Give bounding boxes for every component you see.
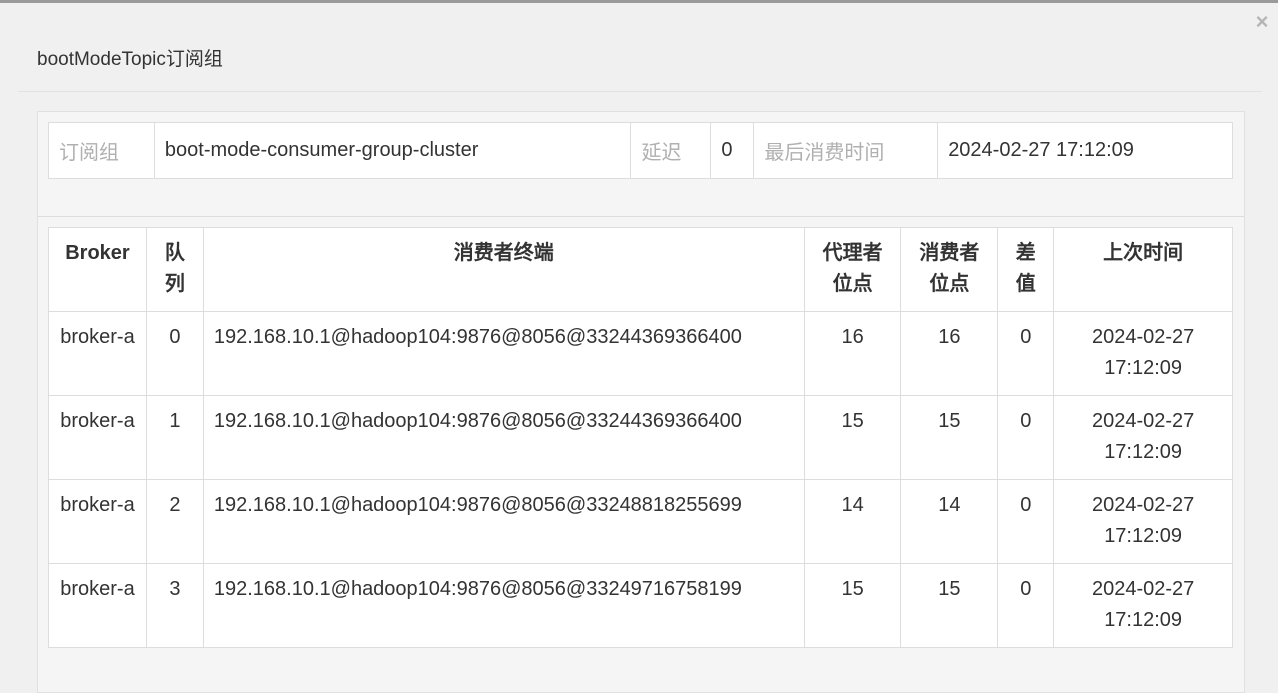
table-row: broker-a 3 192.168.10.1@hadoop104:9876@8… [48,563,1233,648]
cell-consumer-offset: 14 [900,479,999,564]
table-row: broker-a 0 192.168.10.1@hadoop104:9876@8… [48,311,1233,396]
table-header-row: Broker 队列 消费者终端 代理者位点 消费者位点 差值 上次时间 [48,227,1233,312]
cell-broker-offset: 15 [803,563,902,648]
cell-diff: 0 [997,479,1055,564]
cell-client: 192.168.10.1@hadoop104:9876@8056@3324436… [202,311,805,396]
cell-broker-offset: 16 [803,311,902,396]
last-consume-value: 2024-02-27 17:12:09 [937,122,1233,179]
cell-broker: broker-a [48,395,147,480]
col-header-consumer-offset: 消费者位点 [900,227,999,312]
col-header-queue: 队列 [145,227,204,312]
col-header-broker-offset: 代理者位点 [803,227,902,312]
cell-queue: 0 [145,311,204,396]
cell-broker-offset: 14 [803,479,902,564]
summary-table: 订阅组 boot-mode-consumer-group-cluster 延迟 … [48,122,1233,179]
cell-last-time: 2024-02-27 17:12:09 [1053,311,1233,396]
dialog-top-border [0,0,1278,3]
cell-client: 192.168.10.1@hadoop104:9876@8056@3324881… [202,479,805,564]
dialog-title: bootModeTopic订阅组 [37,49,223,70]
queue-table: Broker 队列 消费者终端 代理者位点 消费者位点 差值 上次时间 brok… [48,227,1233,648]
cell-broker-offset: 15 [803,395,902,480]
cell-consumer-offset: 15 [900,395,999,480]
group-label: 订阅组 [48,122,155,179]
cell-consumer-offset: 16 [900,311,999,396]
cell-queue: 2 [145,479,204,564]
col-header-last-time: 上次时间 [1053,227,1233,312]
group-value: boot-mode-consumer-group-cluster [153,122,632,179]
cell-broker: broker-a [48,563,147,648]
cell-diff: 0 [997,563,1055,648]
delay-value: 0 [710,122,755,179]
summary-row: 订阅组 boot-mode-consumer-group-cluster 延迟 … [48,122,1233,179]
cell-broker: broker-a [48,479,147,564]
table-row: broker-a 1 192.168.10.1@hadoop104:9876@8… [48,395,1233,480]
col-header-broker: Broker [48,227,147,312]
cell-queue: 1 [145,395,204,480]
cell-client: 192.168.10.1@hadoop104:9876@8056@3324436… [202,395,805,480]
cell-client: 192.168.10.1@hadoop104:9876@8056@3324971… [202,563,805,648]
cell-broker: broker-a [48,311,147,396]
subscription-panel: 订阅组 boot-mode-consumer-group-cluster 延迟 … [37,111,1245,693]
cell-diff: 0 [997,395,1055,480]
cell-consumer-offset: 15 [900,563,999,648]
col-header-diff: 差值 [997,227,1055,312]
cell-diff: 0 [997,311,1055,396]
cell-last-time: 2024-02-27 17:12:09 [1053,563,1233,648]
table-row: broker-a 2 192.168.10.1@hadoop104:9876@8… [48,479,1233,564]
cell-queue: 3 [145,563,204,648]
col-header-client: 消费者终端 [202,227,805,312]
close-icon[interactable]: × [1252,10,1272,34]
cell-last-time: 2024-02-27 17:12:09 [1053,395,1233,480]
cell-last-time: 2024-02-27 17:12:09 [1053,479,1233,564]
panel-header: 订阅组 boot-mode-consumer-group-cluster 延迟 … [38,112,1244,217]
last-consume-label: 最后消费时间 [753,122,939,179]
delay-label: 延迟 [630,122,712,179]
title-divider [18,91,1262,92]
